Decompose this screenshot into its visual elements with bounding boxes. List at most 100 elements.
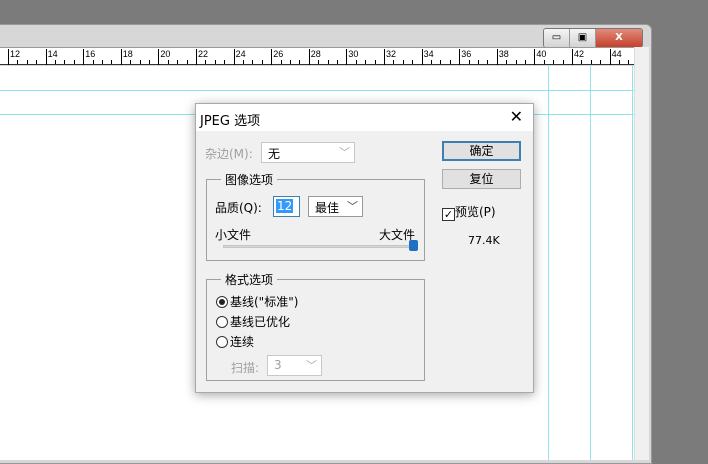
ruler-tick (393, 60, 395, 64)
ruler-tick (525, 60, 526, 64)
preview-label: 预览(P) (455, 205, 496, 219)
dialog-titlebar: JPEG 选项 ✕ (196, 104, 533, 131)
horizontal-ruler[interactable]: 12 14 16 18 20 22 24 26 28 30 32 34 36 38 40 42 44 (0, 47, 639, 65)
vertical-scrollbar[interactable] (634, 47, 649, 460)
checkbox-icon: ✓ (442, 208, 455, 221)
radio-icon (216, 296, 228, 308)
ruler-tick (374, 60, 376, 64)
scan-value: 3 (274, 358, 282, 372)
ruler-tick (55, 60, 56, 64)
ruler-tick (177, 60, 179, 64)
ruler-tick (243, 60, 244, 64)
ruler-tick (628, 60, 630, 64)
chevron-down-icon: ﹀ (339, 146, 350, 159)
ruler-tick (73, 60, 75, 64)
ruler-tick (102, 60, 103, 64)
ruler-tick (355, 60, 357, 64)
scan-select[interactable]: 3 ﹀ (267, 355, 322, 376)
ruler-tick (139, 60, 141, 64)
image-options-group: 图像选项 品质(Q): 12 最佳 ﹀ 小文件 大文件 (206, 171, 425, 261)
quality-slider-thumb[interactable] (409, 240, 418, 251)
ruler-tick (280, 60, 282, 64)
quality-input[interactable]: 12 (273, 196, 300, 217)
ruler-tick (590, 60, 592, 64)
guide-horizontal[interactable] (0, 90, 634, 91)
ruler-tick (402, 60, 404, 64)
quality-slider-track[interactable] (223, 245, 413, 248)
radio-progressive[interactable]: 连续 (216, 333, 254, 350)
ruler-tick (130, 60, 132, 64)
quality-value: 12 (276, 199, 294, 213)
radio-label: 连续 (230, 335, 255, 349)
guide-vertical[interactable] (632, 66, 633, 460)
chevron-down-icon: ﹀ (347, 200, 358, 213)
chevron-down-icon: ﹀ (306, 359, 317, 372)
ruler-tick (562, 60, 564, 64)
preview-checkbox[interactable]: ✓ 预览(P) (442, 203, 496, 221)
ruler-tick (543, 60, 545, 64)
scan-label: 扫描: (231, 361, 260, 375)
dialog-title: JPEG 选项 (200, 114, 261, 129)
matte-select[interactable]: 无 ﹀ (261, 142, 355, 163)
ruler-tick (26, 60, 28, 64)
ruler-tick (290, 60, 291, 64)
ruler-tick (186, 60, 188, 64)
ruler-tick (506, 60, 508, 64)
ruler-tick (365, 60, 367, 64)
ruler-tick (111, 60, 113, 64)
ruler-tick (440, 60, 442, 64)
ruler-tick (224, 60, 226, 64)
close-button[interactable]: X (596, 29, 642, 47)
ruler-tick (327, 60, 329, 64)
radio-baseline-standard[interactable]: 基线("标准") (216, 293, 298, 310)
ruler-tick (92, 60, 94, 64)
ruler-tick (600, 60, 602, 64)
ruler-tick (214, 60, 216, 64)
ruler-tick (431, 60, 432, 64)
ruler-tick (468, 60, 470, 64)
matte-label: 杂边(M): (205, 147, 253, 161)
ruler-tick (412, 60, 414, 64)
guide-vertical[interactable] (548, 66, 549, 460)
format-options-group: 格式选项 基线("标准") 基线已优化 连续 扫描: 3 ﹀ (206, 271, 425, 381)
reset-button[interactable]: 复位 (442, 169, 521, 189)
format-options-title: 格式选项 (221, 271, 278, 288)
ruler-tick (167, 60, 169, 64)
ruler-tick (515, 60, 517, 64)
ruler-tick (619, 60, 620, 64)
ruler-tick (261, 60, 263, 64)
ruler-tick (17, 60, 19, 64)
ruler-tick (205, 60, 207, 64)
ruler-tick (36, 60, 38, 64)
radio-label: 基线("标准") (230, 295, 299, 309)
radio-label: 基线已优化 (230, 315, 291, 329)
ruler-tick (318, 60, 320, 64)
quality-preset-select[interactable]: 最佳 ﹀ (308, 196, 363, 217)
quality-label: 品质(Q): (215, 201, 262, 215)
ruler-tick (337, 60, 338, 64)
ruler-tick (149, 60, 150, 64)
guide-vertical[interactable] (590, 66, 591, 460)
dialog-close-icon[interactable]: ✕ (510, 107, 523, 126)
window-controls: ▭ ▣ X (543, 28, 643, 48)
radio-icon (216, 316, 228, 328)
ruler-tick (487, 60, 489, 64)
ruler-tick (553, 60, 555, 64)
image-options-title: 图像选项 (221, 171, 278, 188)
small-file-label: 小文件 (215, 228, 252, 242)
ruler-tick (478, 60, 479, 64)
ruler-tick (64, 60, 66, 64)
ruler-tick (581, 60, 583, 64)
jpeg-options-dialog: JPEG 选项 ✕ 杂边(M): 无 ﹀ 图像选项 品质(Q): 12 最佳 ﹀ 小… (195, 103, 534, 393)
minimize-button[interactable]: ▭ (544, 29, 570, 47)
ok-button[interactable]: 确定 (442, 141, 521, 161)
file-size: 77.4K (468, 234, 500, 247)
ruler-tick (299, 60, 301, 64)
ruler-tick (449, 60, 451, 64)
radio-baseline-optimized[interactable]: 基线已优化 (216, 313, 290, 330)
radio-icon (216, 336, 228, 348)
maximize-button[interactable]: ▣ (570, 29, 596, 47)
matte-value: 无 (268, 147, 281, 161)
ruler-tick (252, 60, 254, 64)
quality-preset-value: 最佳 (315, 201, 340, 215)
